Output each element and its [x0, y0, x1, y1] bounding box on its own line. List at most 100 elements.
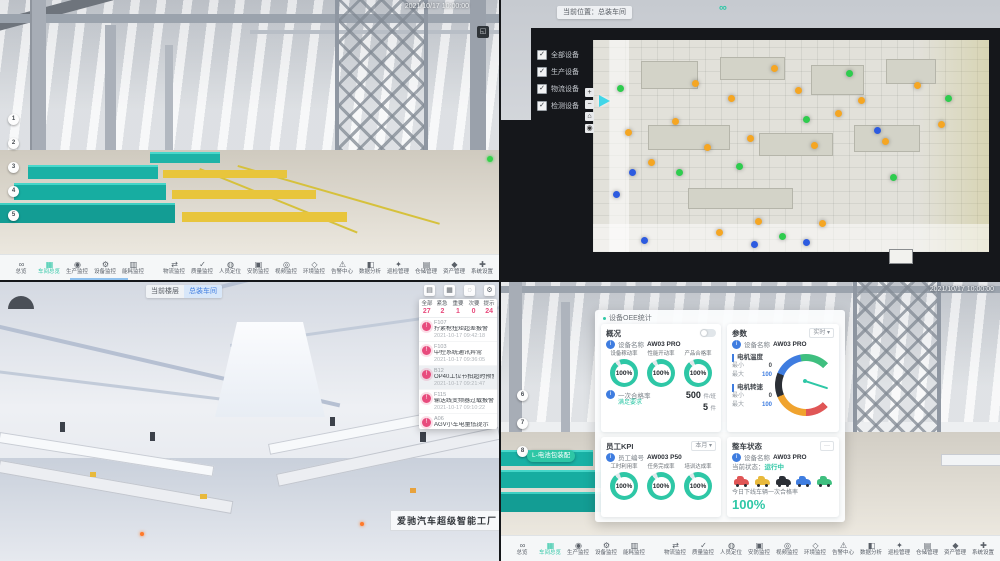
- toolbar-item[interactable]: ⇄ 物流监控: [161, 260, 188, 276]
- car-icon[interactable]: [817, 479, 832, 485]
- checkbox[interactable]: ✓: [537, 67, 547, 77]
- toolbar-item[interactable]: ⚠ 告警中心: [830, 541, 857, 557]
- toolbar-item[interactable]: ✓ 质量监控: [189, 260, 216, 276]
- alarm-tab[interactable]: 提示 24: [481, 299, 497, 317]
- device-dot[interactable]: [648, 159, 655, 166]
- toolbar-item[interactable]: ✚ 系统设置: [970, 541, 997, 557]
- device-dot[interactable]: [890, 174, 897, 181]
- car-icon[interactable]: [734, 479, 749, 485]
- range-selector[interactable]: 本月 ▾: [691, 441, 716, 451]
- alarm-list-item[interactable]: ! F107 拧紧枪扭矩超差报警 2021-10-17 09:42:18: [419, 318, 497, 342]
- device-dot[interactable]: [803, 116, 810, 123]
- map-tool-button[interactable]: +: [585, 88, 594, 97]
- range-selector[interactable]: 实时 ▾: [809, 328, 834, 338]
- map-tool-button[interactable]: ⌂: [585, 112, 594, 121]
- device-dot[interactable]: [755, 218, 762, 225]
- map-tool-button[interactable]: −: [585, 100, 594, 109]
- toolbar-item[interactable]: ⚠ 告警中心: [329, 260, 356, 276]
- minimap-box[interactable]: [889, 249, 913, 264]
- alarm-list-item[interactable]: ! A06 AGV小车电量低提示 2021-10-17 08:58:41: [419, 414, 497, 429]
- station-marker[interactable]: 1: [8, 114, 19, 125]
- device-dot[interactable]: [795, 87, 802, 94]
- machine-row[interactable]: [28, 165, 158, 179]
- station-marker[interactable]: 7: [517, 418, 528, 429]
- device-dot[interactable]: [819, 220, 826, 227]
- device-dot[interactable]: [858, 97, 865, 104]
- checkbox[interactable]: ✓: [537, 50, 547, 60]
- toolbar-item[interactable]: ▦ 车间总览: [36, 260, 63, 276]
- device-dot[interactable]: [625, 129, 632, 136]
- alarm-tab[interactable]: 紧急 2: [435, 299, 451, 317]
- car-icon[interactable]: [796, 479, 811, 485]
- toolbar-item[interactable]: ▦ 车间总览: [537, 541, 564, 557]
- device-dot[interactable]: [938, 121, 945, 128]
- station-marker[interactable]: 6: [517, 390, 528, 401]
- toolbar-item[interactable]: ◍ 人员定位: [217, 260, 244, 276]
- panel-tool-button[interactable]: ▤: [424, 285, 435, 296]
- toolbar-item[interactable]: ◎ 视频监控: [273, 260, 300, 276]
- toolbar-item[interactable]: ⚙ 设备监控: [92, 260, 119, 276]
- floorplan-canvas[interactable]: [593, 40, 989, 252]
- device-dot[interactable]: [811, 142, 818, 149]
- toolbar-item[interactable]: ▤ 仓储管理: [914, 541, 941, 557]
- toolbar-item[interactable]: ◎ 视频监控: [774, 541, 801, 557]
- toolbar-item[interactable]: ▥ 能耗监控: [120, 260, 147, 276]
- device-dot[interactable]: [882, 138, 889, 145]
- car-icon[interactable]: [776, 479, 791, 485]
- device-dot[interactable]: [692, 80, 699, 87]
- device-dot[interactable]: [914, 82, 921, 89]
- toolbar-item[interactable]: ▥ 能耗监控: [621, 541, 648, 557]
- toolbar-item[interactable]: ∞ 总览: [8, 260, 35, 276]
- map-tool-button[interactable]: ◉: [585, 124, 594, 133]
- device-dot[interactable]: [771, 65, 778, 72]
- device-dot[interactable]: [716, 229, 723, 236]
- toolbar-item[interactable]: ✚ 系统设置: [469, 260, 496, 276]
- device-dot[interactable]: [874, 127, 881, 134]
- station-marker[interactable]: 2: [8, 138, 19, 149]
- car-icon[interactable]: [755, 479, 770, 485]
- toolbar-item[interactable]: ◉ 生产监控: [565, 541, 592, 557]
- station-marker[interactable]: 5: [8, 210, 19, 221]
- device-dot[interactable]: [751, 241, 758, 248]
- machine-row[interactable]: [150, 152, 220, 163]
- device-dot[interactable]: [704, 144, 711, 151]
- device-dot[interactable]: [779, 233, 786, 240]
- panel-tool-button[interactable]: ◌: [464, 285, 475, 296]
- toolbar-item[interactable]: ✦ 巡检管理: [385, 260, 412, 276]
- toolbar-scroll-indicator[interactable]: [70, 278, 128, 280]
- floor-selector-value[interactable]: 总装车间: [184, 285, 222, 298]
- machine-label-pill[interactable]: L-电池包装配: [527, 450, 575, 462]
- overview-toggle[interactable]: [700, 329, 716, 337]
- toolbar-item[interactable]: ▣ 安防监控: [245, 260, 272, 276]
- device-dot[interactable]: [613, 191, 620, 198]
- alarm-list-item[interactable]: ! B12 OP40工位节拍超时预警 2021-10-17 09:21:47: [419, 366, 497, 390]
- layer-filter-row[interactable]: ✓ 生产设备: [537, 67, 579, 77]
- device-dot[interactable]: [747, 135, 754, 142]
- alarm-list-item[interactable]: ! F103 中控系统通讯异常 2021-10-17 09:36:05: [419, 342, 497, 366]
- panel-tool-button[interactable]: ▦: [444, 285, 455, 296]
- conveyor-line[interactable]: [941, 454, 1000, 466]
- station-marker[interactable]: 3: [8, 162, 19, 173]
- viewport-conveyor-hall[interactable]: 当前楼层 总装车间 ▤▦◌⚙ 全部 27 紧急 2 重要 1: [0, 282, 499, 561]
- viewport-factory-aisle[interactable]: 12345 2021/10/17 10:00:00 ◱ ∞ 总览 ▦ 车间总览 …: [0, 0, 499, 280]
- device-dot[interactable]: [629, 169, 636, 176]
- device-dot[interactable]: [672, 118, 679, 125]
- floor-selector[interactable]: 当前楼层 总装车间: [146, 285, 222, 298]
- toolbar-item[interactable]: ✦ 巡检管理: [886, 541, 913, 557]
- toolbar-item[interactable]: ◧ 数据分析: [858, 541, 885, 557]
- device-dot[interactable]: [728, 95, 735, 102]
- alarm-tab[interactable]: 全部 27: [419, 299, 435, 317]
- toolbar-item[interactable]: ◇ 环境监控: [802, 541, 829, 557]
- card-menu-button[interactable]: ···: [820, 441, 834, 451]
- alarm-tab[interactable]: 次要 0: [466, 299, 482, 317]
- device-dot[interactable]: [803, 239, 810, 246]
- machine-row[interactable]: [0, 203, 175, 223]
- toolbar-item[interactable]: ▣ 安防监控: [746, 541, 773, 557]
- toolbar-item[interactable]: ✓ 质量监控: [690, 541, 717, 557]
- toolbar-item[interactable]: ◇ 环境监控: [301, 260, 328, 276]
- device-dot[interactable]: [945, 95, 952, 102]
- panel-tool-button[interactable]: ⚙: [484, 285, 495, 296]
- layer-filter-row[interactable]: ✓ 物流设备: [537, 84, 579, 94]
- alarm-list-item[interactable]: ! F115 输送线变频器过载报警 2021-10-17 09:10:22: [419, 390, 497, 414]
- alarm-list[interactable]: ! F107 拧紧枪扭矩超差报警 2021-10-17 09:42:18 ! F…: [419, 318, 497, 429]
